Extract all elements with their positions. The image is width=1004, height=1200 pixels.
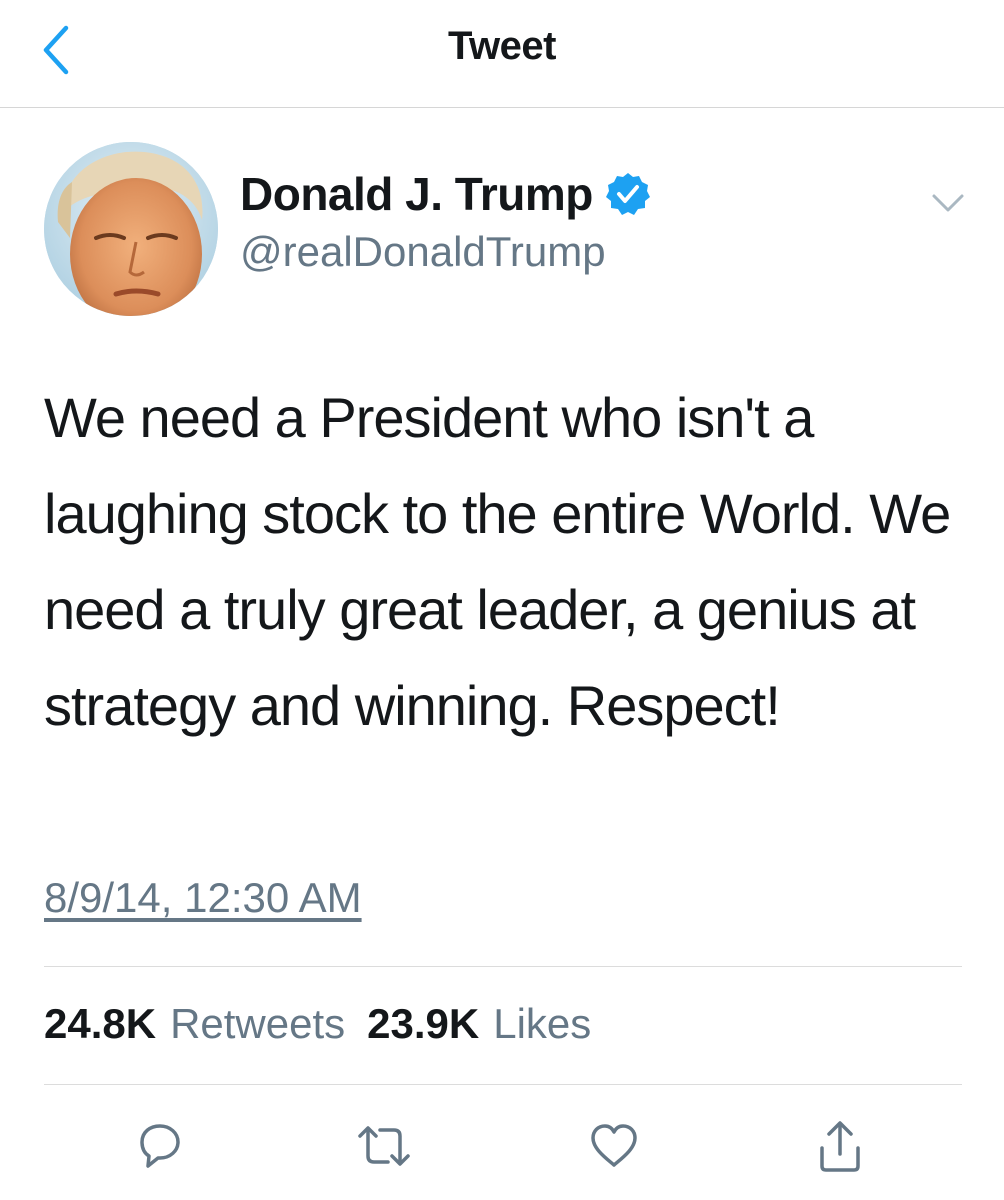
display-name-row[interactable]: Donald J. Trump	[240, 164, 651, 224]
retweets-count: 24.8K	[44, 1000, 157, 1047]
likes-count: 23.9K	[367, 1000, 480, 1047]
user-handle[interactable]: @realDonaldTrump	[240, 228, 606, 276]
likes-label: Likes	[493, 1000, 592, 1047]
reply-icon	[140, 1124, 180, 1168]
avatar-image	[44, 142, 218, 316]
chevron-down-icon	[932, 194, 964, 212]
verified-badge-icon	[605, 171, 651, 217]
page-title: Tweet	[448, 24, 556, 68]
share-icon	[820, 1121, 860, 1172]
heart-icon	[591, 1124, 637, 1167]
retweet-icon	[358, 1126, 410, 1166]
share-button[interactable]	[810, 1116, 870, 1176]
nav-bar: Tweet	[0, 0, 1004, 108]
retweet-button[interactable]	[354, 1116, 414, 1176]
tweet-timestamp[interactable]: 8/9/14, 12:30 AM	[44, 874, 362, 922]
display-name[interactable]: Donald J. Trump	[240, 167, 593, 221]
tweet-text: We need a President who isn't a laughing…	[44, 386, 951, 737]
retweets-label: Retweets	[170, 1000, 346, 1047]
divider	[44, 1084, 962, 1085]
tweet-action-bar	[0, 1108, 1004, 1178]
retweets-stat[interactable]: 24.8K Retweets	[44, 1000, 367, 1048]
divider	[44, 966, 962, 967]
more-options-button[interactable]	[926, 184, 970, 220]
reply-button[interactable]	[128, 1116, 188, 1176]
likes-stat[interactable]: 23.9K Likes	[367, 1000, 613, 1048]
tweet-stats: 24.8K Retweets 23.9K Likes	[44, 1000, 613, 1048]
avatar[interactable]	[44, 142, 218, 316]
like-button[interactable]	[584, 1116, 644, 1176]
